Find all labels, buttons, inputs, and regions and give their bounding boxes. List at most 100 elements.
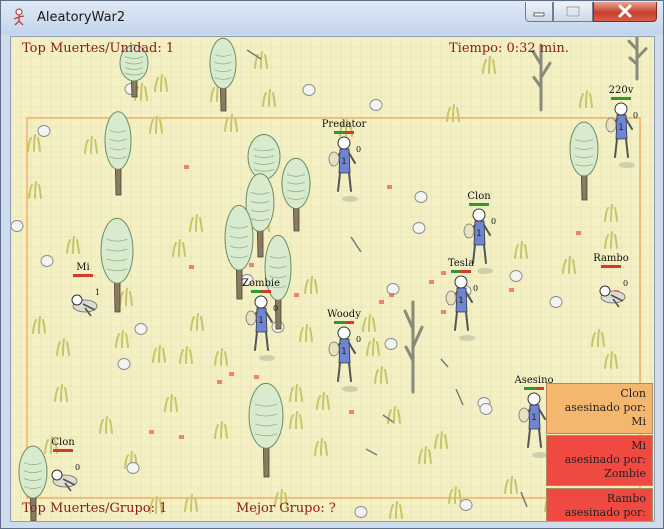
game-window: AleatoryWar2 1 1 1 1 1 1 1 Top Muertes/Unidad:…	[0, 0, 664, 529]
unit-health-bar	[451, 270, 471, 273]
unit-name-label: Rambo	[593, 253, 629, 264]
unit-shadow	[342, 196, 358, 202]
close-button[interactable]	[593, 2, 657, 22]
close-icon	[618, 4, 632, 18]
unit-name-label: Predator	[321, 119, 367, 130]
unit-group-number: 1	[258, 316, 264, 326]
kill-notification: Rambo asesinado por:	[546, 488, 653, 521]
unit-shield	[445, 290, 457, 306]
minimize-button[interactable]	[525, 2, 553, 22]
blood-splat	[294, 293, 299, 297]
stick-figure-icon	[13, 8, 25, 26]
unit-level: 0	[623, 279, 629, 288]
unit-health-fill	[334, 321, 346, 324]
kill-victim: Mi	[631, 439, 646, 452]
unit-shield	[328, 151, 340, 167]
fallen-unit-head	[599, 285, 611, 297]
unit-name-label: 220v	[608, 85, 634, 96]
unit-head	[472, 208, 486, 222]
unit-health-fill	[469, 203, 489, 206]
unit-health-bar	[611, 97, 631, 100]
unit-level: 0	[356, 335, 362, 344]
top-kills-per-unit: Top Muertes/Unidad: 1	[22, 41, 175, 56]
unit-level: 0	[633, 111, 639, 120]
unit-health-fill	[611, 97, 631, 100]
unit-level: 0	[473, 284, 479, 293]
unit-shield	[463, 223, 475, 239]
rock	[414, 191, 428, 203]
kill-killer: Zombie	[604, 467, 646, 480]
minimize-icon	[533, 12, 545, 17]
unit-shield	[518, 407, 530, 423]
top-kills-per-group: Top Muertes/Grupo: 1	[22, 501, 168, 516]
unit-shadow	[459, 335, 475, 341]
rock	[386, 283, 400, 295]
blood-splat	[389, 293, 394, 297]
blood-splat	[441, 271, 446, 275]
unit-shield	[605, 117, 617, 133]
unit-group-number: 1	[458, 296, 464, 306]
blood-splat	[387, 185, 392, 189]
best-group: Mejor Grupo: ?	[236, 501, 336, 516]
rock	[11, 220, 24, 232]
rock	[412, 222, 426, 234]
rock	[126, 462, 140, 474]
elapsed-time: Tiempo: 0:32 min.	[449, 41, 569, 56]
rock	[37, 125, 51, 137]
tree-canopy	[569, 121, 599, 177]
rock	[459, 499, 473, 511]
rock	[354, 506, 368, 518]
rock	[302, 84, 316, 96]
unit-level: 1	[95, 288, 101, 297]
unit-head	[254, 295, 268, 309]
battlefield[interactable]: 1 1 1 1 1 1 1 Top Muertes/Unidad: 1 Tiempo: 0:…	[10, 36, 655, 522]
blood-splat	[576, 231, 581, 235]
rock	[384, 338, 398, 350]
unit-name-label: Clon	[467, 191, 491, 202]
maximize-icon	[565, 5, 581, 18]
blood-splat	[349, 410, 354, 414]
blood-splat	[179, 435, 184, 439]
unit-health-bar	[524, 387, 544, 390]
kill-text: asesinado por:	[564, 506, 646, 519]
blood-splat	[254, 375, 259, 379]
unit-name-label: Tesla	[447, 258, 475, 269]
unit-health-bar	[334, 321, 354, 324]
unit-head	[337, 326, 351, 340]
unit-shadow	[477, 268, 493, 274]
unit-health-fill	[524, 387, 536, 390]
tree-canopy	[209, 37, 237, 90]
blood-splat	[509, 288, 514, 292]
unit-health-bar	[251, 290, 271, 293]
kill-text: asesinado por:	[564, 453, 646, 466]
unit-health-fill	[251, 290, 261, 293]
unit-name-label: Clon	[51, 437, 75, 448]
rock	[369, 99, 383, 111]
blood-splat	[189, 265, 194, 269]
kill-text: asesinado por:	[564, 401, 646, 414]
kill-victim: Rambo	[606, 492, 646, 505]
unit-shadow	[619, 162, 635, 168]
unit-health-fill	[334, 131, 346, 134]
blood-splat	[184, 165, 189, 169]
unit-group-number: 1	[618, 123, 624, 133]
rock	[134, 323, 148, 335]
rock	[40, 255, 54, 267]
unit-level: 0	[356, 145, 362, 154]
unit-name-label: Zombie	[242, 278, 280, 289]
fallen-unit-head	[71, 294, 83, 306]
blood-splat	[217, 380, 222, 384]
unit-level: 0	[75, 463, 81, 472]
maximize-button[interactable]	[553, 2, 593, 22]
kill-killer: Mi	[631, 415, 646, 428]
unit-group-number: 1	[341, 157, 347, 167]
unit-level: 0	[273, 304, 279, 313]
fallen-unit-head	[51, 469, 63, 481]
kill-victim: Clon	[620, 387, 646, 400]
unit-shield	[328, 341, 340, 357]
rock	[509, 270, 523, 282]
title-bar[interactable]: AleatoryWar2	[1, 1, 663, 35]
unit-group-number: 1	[476, 229, 482, 239]
blood-splat	[229, 372, 234, 376]
blood-splat	[249, 263, 254, 267]
